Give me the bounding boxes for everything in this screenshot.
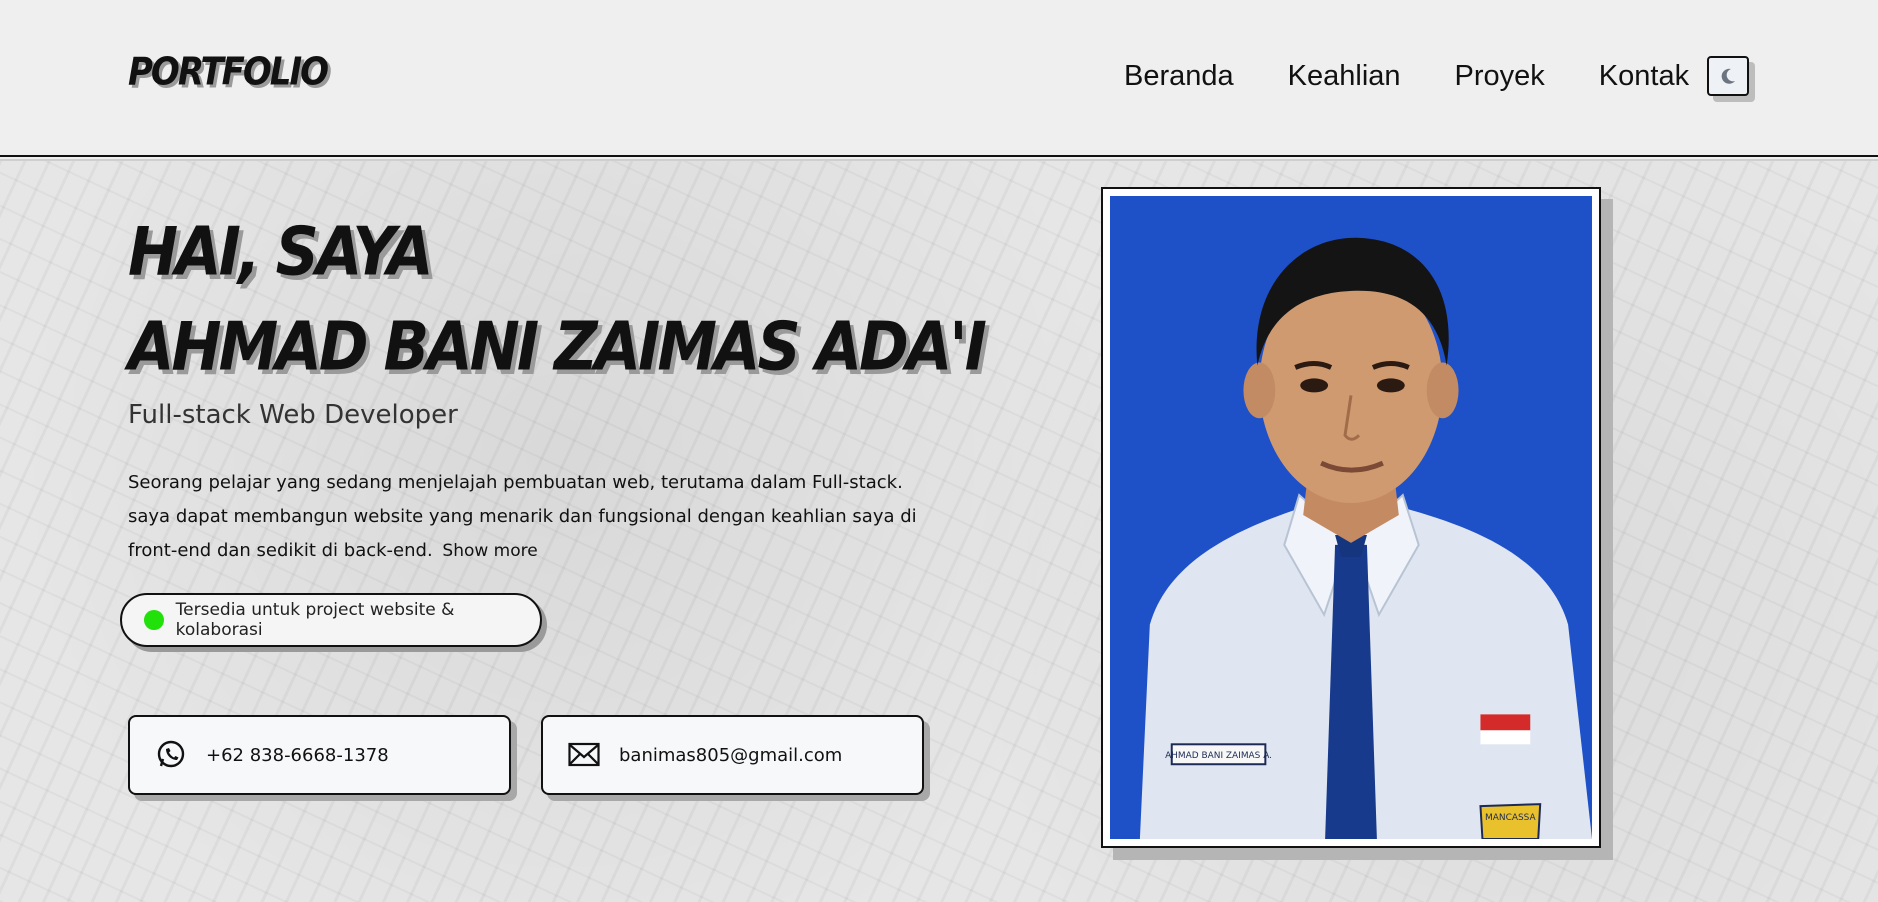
site-header: PORTFOLIO Beranda Keahlian Proyek Kontak — [0, 0, 1878, 161]
nav-beranda[interactable]: Beranda — [1124, 56, 1234, 96]
profile-photo: AHMAD BANI ZAIMAS A. MANCASSA — [1110, 196, 1592, 839]
status-dot-icon — [144, 610, 164, 630]
hero-heading: HAI, SAYA AHMAD BANI ZAIMAS ADA'I — [128, 205, 987, 395]
theme-toggle-button[interactable] — [1707, 56, 1749, 96]
email-contact-card[interactable]: banimas805@gmail.com — [541, 715, 924, 795]
mail-icon — [567, 738, 601, 772]
hero-name: AHMAD BANI ZAIMAS ADA'I — [128, 308, 987, 387]
phone-number: +62 838-6668-1378 — [206, 744, 389, 766]
availability-badge: Tersedia untuk project website & kolabor… — [120, 593, 542, 647]
whatsapp-icon — [154, 738, 188, 772]
nav-keahlian[interactable]: Keahlian — [1288, 56, 1401, 96]
profile-photo-frame: AHMAD BANI ZAIMAS A. MANCASSA — [1101, 187, 1601, 848]
photo-badge: MANCASSA — [1485, 813, 1536, 823]
show-more-link[interactable]: Show more — [442, 541, 537, 561]
hero-description: Seorang pelajar yang sedang menjelajah p… — [128, 466, 928, 568]
email-address: banimas805@gmail.com — [619, 744, 843, 766]
nav-kontak[interactable]: Kontak — [1599, 56, 1689, 96]
hero-greeting: HAI, SAYA — [128, 212, 434, 292]
site-logo[interactable]: PORTFOLIO — [128, 50, 329, 95]
moon-icon — [1721, 68, 1735, 84]
photo-name-tag: AHMAD BANI ZAIMAS A. — [1165, 751, 1272, 761]
phone-contact-card[interactable]: +62 838-6668-1378 — [128, 715, 511, 795]
availability-text: Tersedia untuk project website & kolabor… — [175, 600, 455, 640]
nav-proyek[interactable]: Proyek — [1455, 56, 1545, 96]
main-nav: Beranda Keahlian Proyek Kontak — [1124, 56, 1689, 96]
hero-role: Full-stack Web Developer — [128, 400, 458, 430]
